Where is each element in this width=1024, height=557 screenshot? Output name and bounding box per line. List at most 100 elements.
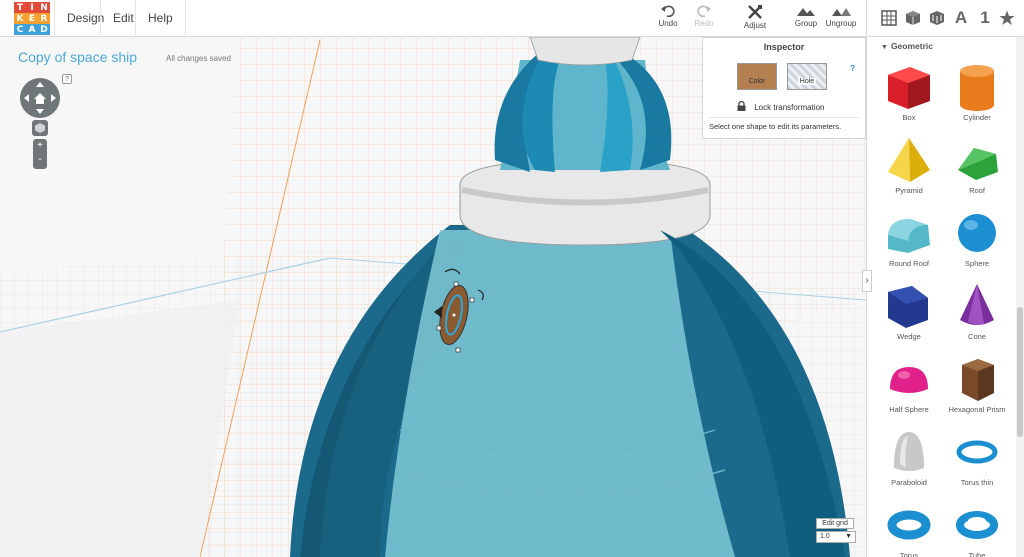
logo-letter: N <box>38 2 50 13</box>
shapes-scrollbar[interactable] <box>1016 37 1024 557</box>
cylinder-icon <box>960 65 994 111</box>
shape-item-torus-thin[interactable]: Torus thin <box>943 424 1011 494</box>
star-icon <box>999 10 1015 25</box>
shape-label: Roof <box>969 186 985 195</box>
shape-item-sphere[interactable]: Sphere <box>943 205 1011 275</box>
view-tools: A 1 <box>866 0 1024 37</box>
wedge-icon <box>888 286 928 328</box>
shape-label: Torus thin <box>960 478 994 487</box>
zoom-control[interactable]: + - <box>33 139 47 169</box>
undo-label: Undo <box>658 19 678 28</box>
components-icon <box>930 11 944 25</box>
round-roof-icon <box>888 219 930 253</box>
shape-label: Hexagonal Prism <box>948 405 1006 414</box>
category-label: Geometric <box>890 41 933 51</box>
adjust-label: Adjust <box>743 21 767 30</box>
tinkercad-logo[interactable]: TIN KER CAD <box>14 2 50 35</box>
nav-help-button[interactable]: ? <box>62 74 72 84</box>
inspector-help-button[interactable]: ? <box>850 64 855 73</box>
favorites-button[interactable] <box>995 6 1019 30</box>
shape-item-box[interactable]: Box <box>875 59 943 129</box>
sphere-icon <box>958 214 996 252</box>
snap-grid-select[interactable]: 1.0 ▼ <box>816 531 856 543</box>
shape-label: Cylinder <box>963 113 991 122</box>
shape-item-pyramid[interactable]: Pyramid <box>875 132 943 202</box>
menu-help[interactable]: Help <box>135 0 186 37</box>
box-icon <box>888 67 930 109</box>
shape-item-round-roof[interactable]: Round Roof <box>875 205 943 275</box>
shape-item-cylinder[interactable]: Cylinder <box>943 59 1011 129</box>
shape-item-hexagonal-prism[interactable]: Hexagonal Prism <box>943 351 1011 421</box>
document-title[interactable]: Copy of space ship <box>18 49 137 65</box>
cube-view-button[interactable] <box>901 6 925 30</box>
orbit-control[interactable] <box>20 78 60 118</box>
torus-icon <box>887 510 931 540</box>
logo-letter: R <box>38 13 50 24</box>
workplane-view-button[interactable] <box>877 6 901 30</box>
adjust-button[interactable]: Adjust <box>733 4 777 34</box>
roof-icon <box>958 148 998 180</box>
inspector-divider <box>709 117 859 118</box>
shape-label: Torus <box>899 551 919 557</box>
shape-label: Round Roof <box>888 259 930 268</box>
cone-icon <box>960 284 994 325</box>
torus-thin-icon <box>956 440 998 464</box>
fit-view-button[interactable] <box>32 120 48 136</box>
group-label: Group <box>794 19 818 28</box>
shape-item-tube[interactable]: Tube <box>943 497 1011 557</box>
shape-item-roof[interactable]: Roof <box>943 132 1011 202</box>
logo-letter: T <box>14 2 26 13</box>
orbit-arrows-icon <box>24 82 56 114</box>
shape-label: Tube <box>968 551 986 557</box>
pyramid-icon <box>888 138 930 182</box>
shape-item-wedge[interactable]: Wedge <box>875 278 943 348</box>
logo-letter: A <box>26 24 38 35</box>
zoom-out-button[interactable]: - <box>33 153 47 167</box>
adjust-icon <box>748 5 762 19</box>
edit-grid-button[interactable]: Edit grid <box>816 518 854 529</box>
ungroup-button[interactable]: Ungroup <box>819 4 863 34</box>
shape-label: Box <box>902 113 916 122</box>
color-swatch[interactable]: Color <box>737 63 777 90</box>
chevron-down-icon: ▼ <box>881 44 888 51</box>
shape-item-half-sphere[interactable]: Half Sphere <box>875 351 943 421</box>
shape-item-torus[interactable]: Torus <box>875 497 943 557</box>
logo-letter: I <box>26 2 38 13</box>
undo-icon <box>661 5 675 17</box>
redo-icon <box>697 5 711 17</box>
shape-item-paraboloid[interactable]: Paraboloid <box>875 424 943 494</box>
dropdown-arrow-icon: ▼ <box>845 533 852 540</box>
hole-swatch[interactable]: Hole <box>787 63 827 90</box>
lock-transformation-toggle[interactable]: Lock transformation <box>737 100 825 112</box>
collapse-panel-button[interactable]: › <box>862 270 872 292</box>
top-cap[interactable] <box>529 37 641 66</box>
logo-letter: K <box>14 13 26 24</box>
shape-label: Wedge <box>897 332 921 341</box>
hexagonal-prism-icon <box>962 359 994 401</box>
tube-icon <box>956 511 998 539</box>
tinkercad-editor: TINKERCAD Design Edit Help Undo Redo Adj… <box>0 0 1024 557</box>
number-tool-button[interactable]: 1 <box>973 6 997 30</box>
shape-label: Cone <box>968 332 986 341</box>
scrollbar-thumb[interactable] <box>1017 307 1023 437</box>
lock-icon <box>737 100 746 111</box>
shape-item-cone[interactable]: Cone <box>943 278 1011 348</box>
shape-label: Sphere <box>964 259 990 268</box>
category-header[interactable]: ▼ Geometric <box>881 41 933 51</box>
redo-button[interactable]: Redo <box>682 4 726 34</box>
zoom-in-button[interactable]: + <box>33 139 47 153</box>
inspector-title: Inspector <box>763 42 805 52</box>
save-status: All changes saved <box>166 54 231 63</box>
inspector-panel: Inspector ? Color Hole Lock transformati… <box>702 37 866 139</box>
shapes-panel: ▼ Geometric Box Cylinder Pyramid Roof Round R… <box>866 37 1024 557</box>
logo-letter: C <box>14 24 26 35</box>
shape-label: Half Sphere <box>889 405 929 414</box>
components-button[interactable] <box>925 6 949 30</box>
shape-label: Pyramid <box>895 186 923 195</box>
chevron-right-icon: › <box>865 275 869 286</box>
grid-icon <box>881 10 897 26</box>
ungroup-icon <box>832 8 851 16</box>
color-label: Color <box>748 78 766 85</box>
paraboloid-icon <box>894 432 924 471</box>
text-tool-button[interactable]: A <box>949 6 973 30</box>
